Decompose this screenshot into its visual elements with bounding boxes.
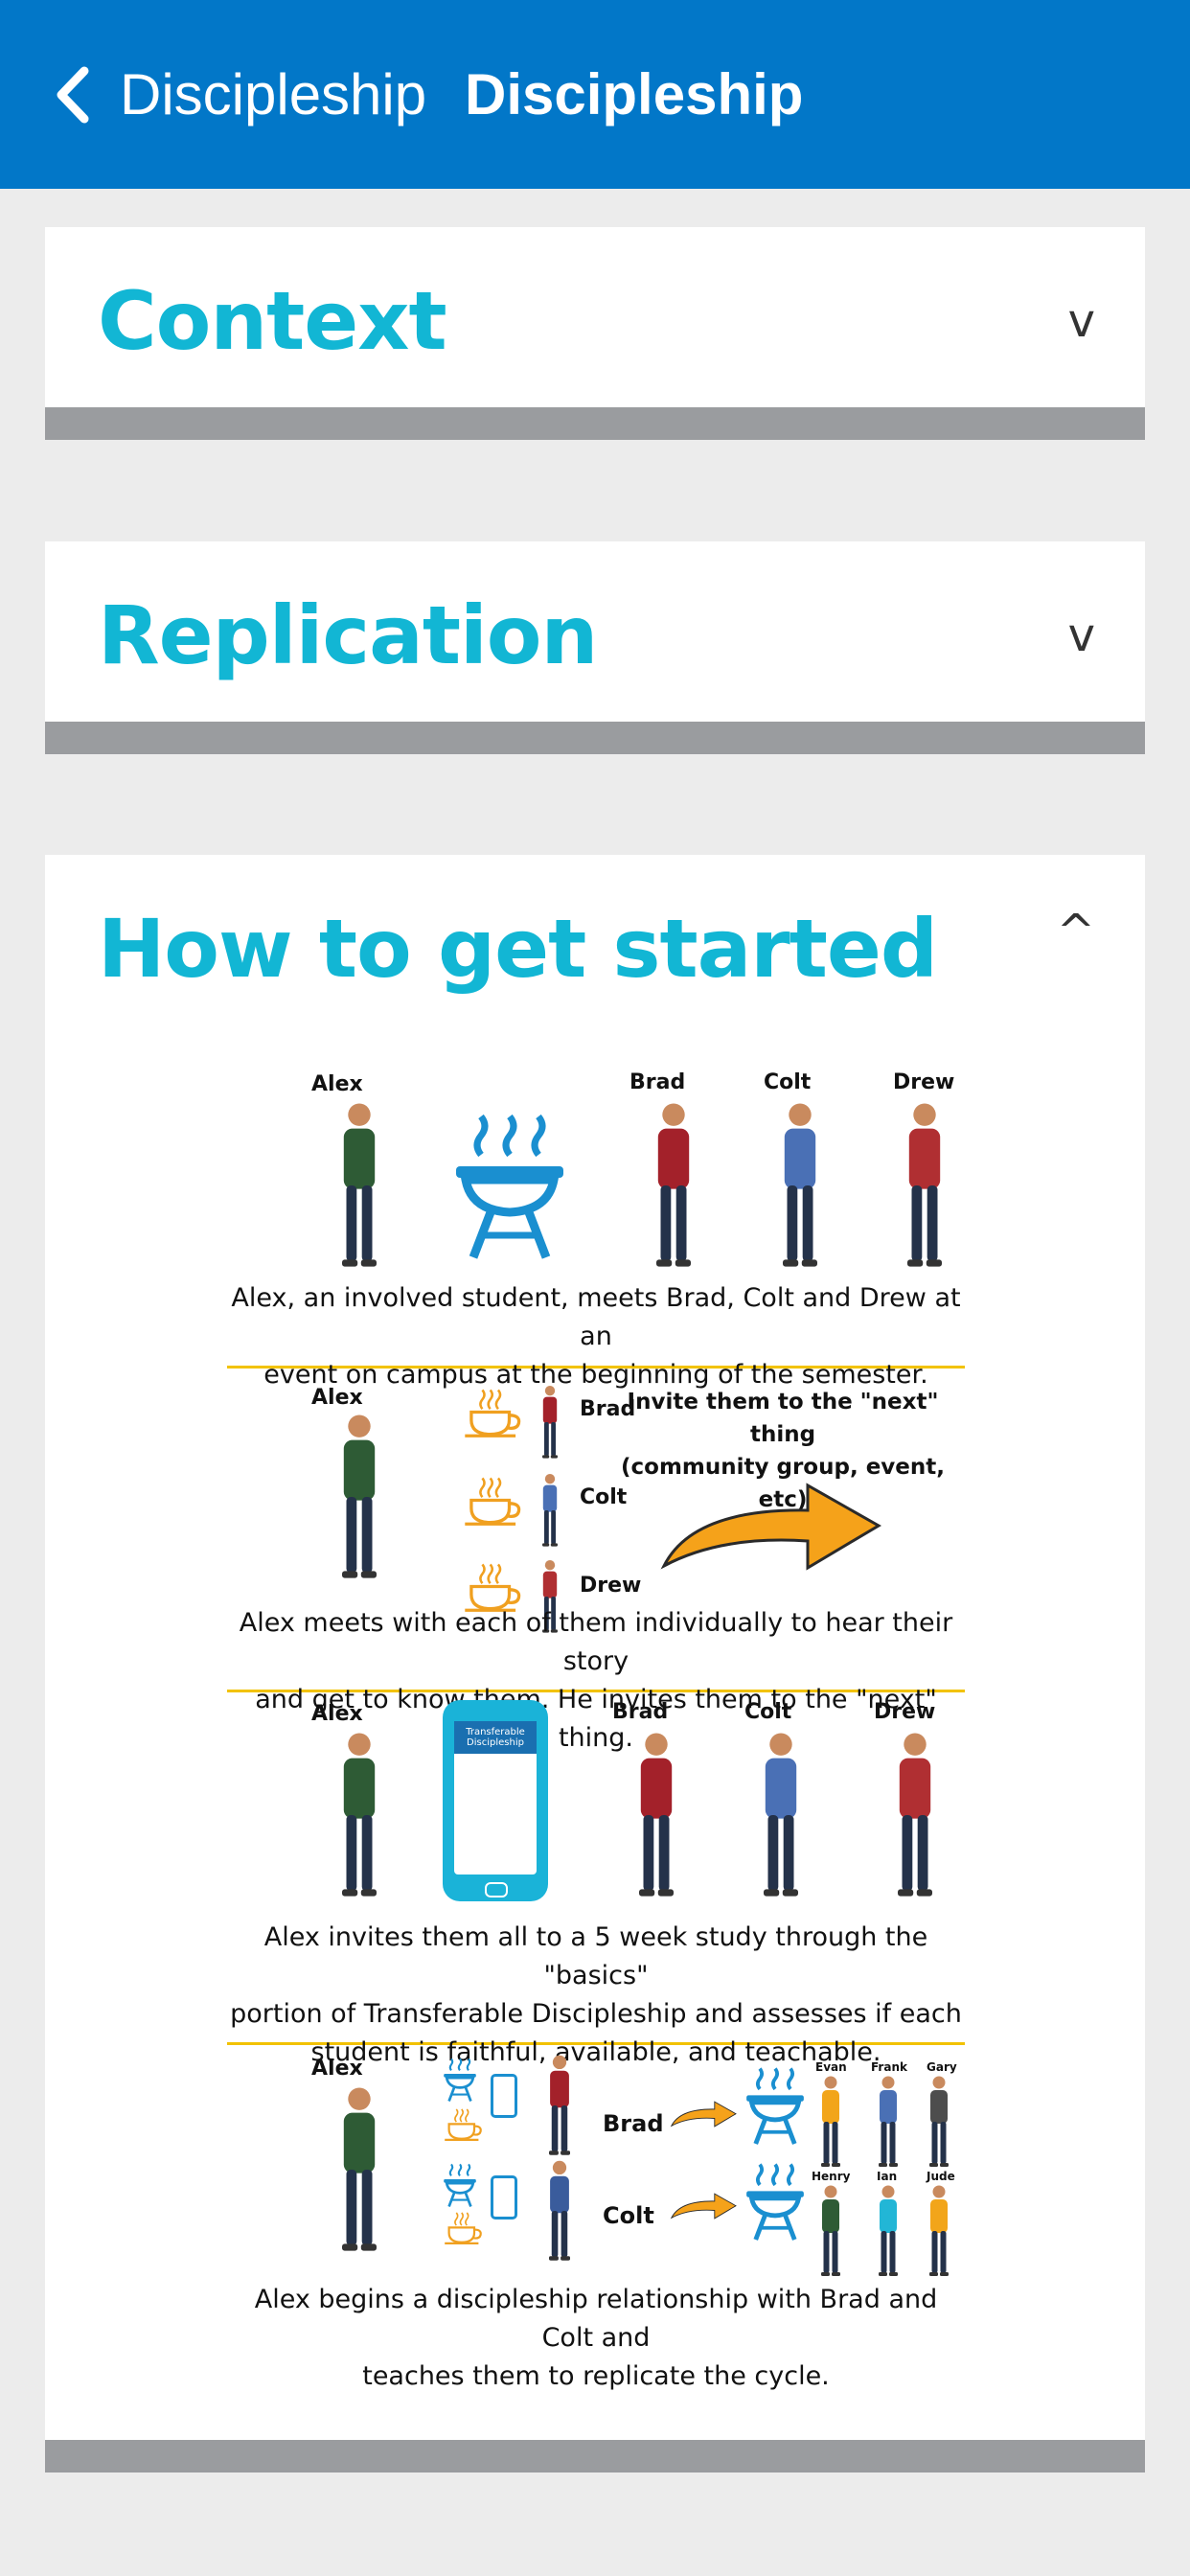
person-icon [925,2074,953,2170]
section-title-how-to-get-started: How to get started [98,902,938,996]
name-label: Alex [311,1386,363,1410]
card-divider [45,407,1145,440]
name-label: Brad [603,2110,664,2137]
page-title: Discipleship [465,62,804,126]
coffee-cup-icon [462,1474,525,1531]
person-icon [898,1099,951,1272]
name-label: Ian [877,2170,898,2183]
name-label: Henry [812,2170,851,2183]
home-button [485,1882,508,1898]
grill-icon [443,2057,477,2103]
person-icon [538,1472,561,1549]
caption-line: portion of Transferable Discipleship and… [230,1999,962,2029]
grill-icon [443,2162,477,2208]
card-divider [45,2440,1145,2472]
name-label: Alex [311,1072,363,1096]
infographic-panel-4: Alex Brad Evan Frank Gary Colt Henry Ian… [227,2045,965,2391]
name-label: Jude [927,2170,955,2183]
name-label: Colt [764,1070,812,1094]
caption-line: Alex invites them all to a 5 week study … [263,1922,928,1990]
panel-caption: Alex begins a discipleship relationship … [227,2281,965,2396]
caption-line: Alex meets with each of them individuall… [239,1608,953,1676]
person-icon [925,2183,953,2279]
chevron-down-icon[interactable]: v [1068,294,1095,348]
person-icon [332,1729,386,1901]
grill-icon [744,2160,806,2242]
caption-line: teaches them to replicate the cycle. [362,2361,830,2391]
person-icon [874,2074,903,2170]
phone-text: Discipleship [467,1737,524,1748]
grill-icon [744,2064,806,2147]
invite-line: Invite them to the "next" thing [627,1390,939,1447]
name-label: Frank [871,2060,907,2074]
name-label: Drew [874,1700,936,1724]
phone-text: Transferable [466,1727,525,1737]
coffee-cup-icon [443,2210,485,2248]
arrow-icon [670,2097,739,2131]
infographic-panel-1: Alex Brad Colt Drew Alex, an involved st… [227,1061,965,1390]
name-label: Evan [815,2060,847,2074]
person-icon [754,1729,808,1901]
name-label: Drew [893,1070,955,1094]
name-label: Gary [927,2060,957,2074]
top-app-bar: Discipleship Discipleship [0,0,1190,189]
person-icon [816,2074,845,2170]
person-icon [629,1729,683,1901]
person-icon [332,1099,386,1272]
back-button[interactable] [48,61,105,128]
back-label[interactable]: Discipleship [120,61,426,128]
person-icon [647,1099,700,1272]
arrow-icon [670,2189,739,2223]
name-label: Brad [612,1700,669,1724]
person-icon [888,1729,942,1901]
name-label: Colt [744,1700,792,1724]
section-title-context: Context [98,274,447,368]
section-title-replication: Replication [98,588,598,682]
name-label: Alex [311,2057,363,2081]
name-label: Drew [580,1574,642,1598]
name-label: Colt [603,2202,654,2229]
phone-screen: Transferable Discipleship [454,1721,537,1874]
section-context[interactable]: Context v [45,227,1145,440]
person-icon [332,2083,386,2256]
caption-line: Alex, an involved student, meets Brad, C… [231,1283,961,1351]
person-icon [816,2183,845,2279]
chevron-up-icon[interactable]: ^ [1057,905,1095,958]
grill-icon [452,1109,567,1262]
discipleship-infographic: Alex Brad Colt Drew Alex, an involved st… [227,1061,965,2391]
coffee-cup-icon [443,2106,485,2145]
card-divider [45,722,1145,754]
infographic-panel-3: Alex Transferable Discipleship Brad Colt… [227,1692,965,2067]
person-icon [543,2053,576,2158]
infographic-panel-2: Alex Brad Colt Drew Invite them to the "… [227,1368,965,1753]
phone-icon [491,2175,517,2220]
back-chevron-icon [57,66,89,124]
section-how-to-get-started: How to get started ^ Alex Brad Colt Drew… [45,855,1145,2472]
section-replication[interactable]: Replication v [45,541,1145,754]
arrow-icon [658,1474,888,1579]
coffee-cup-icon [462,1386,525,1443]
phone-icon [491,2074,517,2118]
chevron-down-icon[interactable]: v [1068,609,1095,662]
person-icon [773,1099,827,1272]
person-icon [543,2158,576,2264]
phone-icon: Transferable Discipleship [443,1700,548,1901]
name-label: Brad [629,1070,686,1094]
person-icon [874,2183,903,2279]
phone-header: Transferable Discipleship [454,1721,537,1754]
name-label: Alex [311,1702,363,1726]
person-icon [538,1384,561,1460]
caption-line: Alex begins a discipleship relationship … [254,2285,938,2353]
person-icon [332,1411,386,1583]
